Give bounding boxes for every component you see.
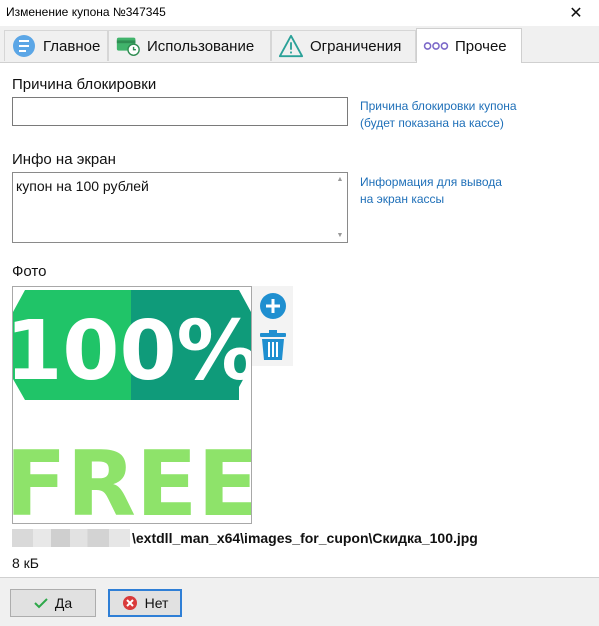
- cancel-button-label: Нет: [144, 595, 169, 611]
- tab-usage[interactable]: Использование: [108, 30, 271, 61]
- screen-info-hint: Информация для вывода на экран кассы: [360, 174, 502, 208]
- coupon-image-percent-text: 100%: [13, 304, 251, 399]
- scroll-up-icon[interactable]: ▲: [335, 176, 345, 183]
- screen-info-hint-line2: на экран кассы: [360, 192, 445, 206]
- coupon-image: 100% FREE: [13, 290, 251, 523]
- add-photo-button[interactable]: [259, 292, 287, 320]
- check-icon: [34, 598, 48, 609]
- tab-restrictions[interactable]: Ограничения: [271, 30, 416, 61]
- warning-triangle-icon: [278, 33, 304, 59]
- delete-photo-button[interactable]: [258, 329, 288, 361]
- block-reason-hint-line1: Причина блокировки купона: [360, 99, 517, 113]
- title-bar: Изменение купона №347345 ✕: [0, 0, 599, 26]
- coupon-image-free-text: FREE: [13, 432, 251, 523]
- cancel-circle-icon: [122, 596, 137, 610]
- three-dots-icon: [423, 33, 449, 59]
- tab-other[interactable]: Прочее: [416, 28, 522, 63]
- photo-label: Фото: [12, 263, 47, 280]
- trash-icon: [260, 330, 286, 360]
- photo-size: 8 кБ: [12, 555, 39, 571]
- screen-info-label: Инфо на экран: [12, 151, 116, 168]
- close-icon: ✕: [569, 5, 583, 22]
- screen-info-textarea[interactable]: купон на 100 рублей ▲ ▼: [12, 172, 348, 243]
- block-reason-label: Причина блокировки: [12, 76, 157, 93]
- screen-info-value: купон на 100 рублей: [16, 178, 149, 194]
- scroll-down-icon[interactable]: ▼: [335, 232, 345, 239]
- dialog-footer: Да Нет: [0, 577, 599, 626]
- photo-actions: [252, 286, 293, 366]
- photo-path: \extdll_man_x64\images_for_cupon\Скидка_…: [12, 528, 478, 548]
- card-clock-icon: [115, 33, 141, 59]
- cancel-button[interactable]: Нет: [108, 589, 182, 617]
- tab-main[interactable]: Главное: [4, 30, 108, 61]
- redacted-path-prefix: [12, 529, 130, 547]
- block-reason-hint-line2: (будет показана на кассе): [360, 116, 504, 130]
- ok-button[interactable]: Да: [10, 589, 96, 617]
- window-title: Изменение купона №347345: [6, 5, 166, 19]
- tab-restrictions-label: Ограничения: [310, 37, 402, 55]
- tab-main-label: Главное: [43, 37, 101, 55]
- block-reason-hint: Причина блокировки купона (будет показан…: [360, 98, 517, 132]
- tab-content-other: Причина блокировки Причина блокировки ку…: [0, 63, 599, 577]
- plus-circle-icon: [260, 293, 286, 319]
- info-circle-icon: [11, 33, 37, 59]
- close-button[interactable]: ✕: [553, 0, 599, 26]
- tab-other-label: Прочее: [455, 37, 507, 55]
- screen-info-hint-line1: Информация для вывода: [360, 175, 502, 189]
- tab-bar: Главное Использование Ограничения Прочее: [0, 26, 599, 63]
- photo-preview: 100% FREE: [12, 286, 252, 524]
- photo-path-text: \extdll_man_x64\images_for_cupon\Скидка_…: [132, 530, 478, 546]
- tab-usage-label: Использование: [147, 37, 255, 55]
- block-reason-input[interactable]: [12, 97, 348, 126]
- ok-button-label: Да: [54, 595, 73, 611]
